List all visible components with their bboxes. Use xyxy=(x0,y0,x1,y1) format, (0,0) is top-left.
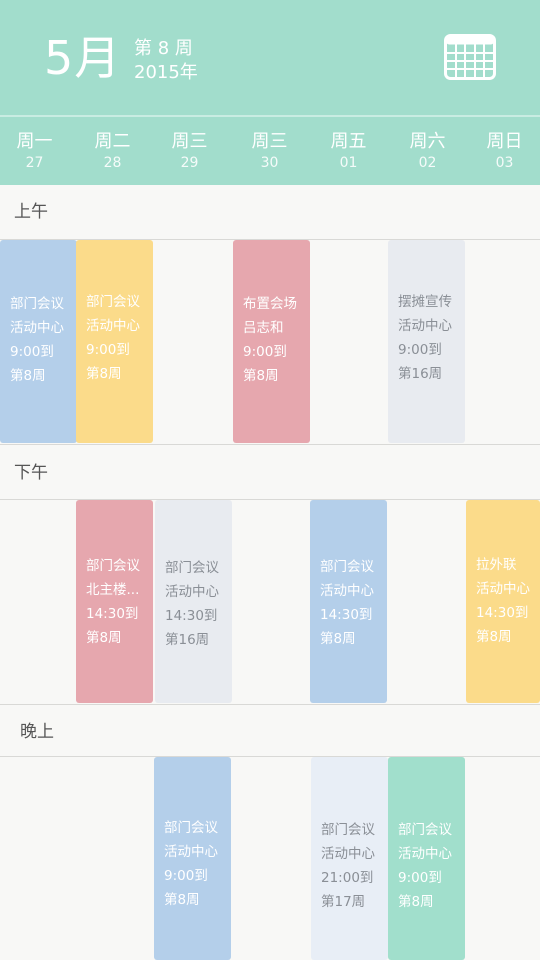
day-column-header[interactable]: 周三 30 xyxy=(231,117,308,185)
event-time: 9:00到 xyxy=(10,344,54,360)
event-card[interactable]: 部门会议 北主楼... 14:30到 第8周 xyxy=(76,500,153,703)
week-number: 第 8 周 xyxy=(134,38,193,59)
event-card[interactable]: 摆摊宣传 活动中心 9:00到 第16周 xyxy=(388,240,465,443)
day-name: 周五 xyxy=(330,131,367,152)
event-time: 14:30到 xyxy=(476,605,529,621)
event-place: 活动中心 xyxy=(476,581,530,597)
event-week: 第8周 xyxy=(476,629,512,645)
event-time: 9:00到 xyxy=(398,870,442,886)
event-place: 活动中心 xyxy=(86,318,140,334)
event-title: 部门会议 xyxy=(398,822,452,838)
event-card[interactable]: 部门会议 活动中心 14:30到 第16周 xyxy=(155,500,232,703)
calendar-grid-icon[interactable] xyxy=(444,34,496,80)
month-title: 5月 xyxy=(44,31,122,85)
weekday-bar: 周一 27 周二 28 周三 29 周三 30 周五 01 周六 02 周日 0… xyxy=(0,117,540,185)
event-place: 活动中心 xyxy=(10,320,64,336)
event-week: 第8周 xyxy=(398,894,434,910)
event-week: 第8周 xyxy=(10,368,46,384)
event-week: 第8周 xyxy=(86,366,122,382)
event-week: 第16周 xyxy=(398,366,443,382)
event-card[interactable]: 拉外联 活动中心 14:30到 第8周 xyxy=(466,500,540,703)
day-date: 30 xyxy=(260,155,279,171)
section-label-afternoon: 下午 xyxy=(14,463,48,483)
event-card[interactable]: 部门会议 活动中心 9:00到 第8周 xyxy=(76,240,153,443)
event-week: 第8周 xyxy=(164,892,200,908)
event-time: 14:30到 xyxy=(86,606,139,622)
event-time: 21:00到 xyxy=(321,870,374,886)
event-title: 部门会议 xyxy=(165,560,219,576)
day-name: 周二 xyxy=(94,131,131,152)
day-date: 28 xyxy=(103,155,122,171)
section-divider xyxy=(0,444,540,445)
event-place: 活动中心 xyxy=(398,318,452,334)
event-title: 部门会议 xyxy=(86,558,140,574)
event-week: 第8周 xyxy=(320,631,356,647)
event-card[interactable]: 部门会议 活动中心 21:00到 第17周 xyxy=(311,757,388,960)
event-card[interactable]: 布置会场 吕志和 9:00到 第8周 xyxy=(233,240,310,443)
event-week: 第17周 xyxy=(321,894,366,910)
day-name: 周六 xyxy=(409,131,446,152)
day-column-header[interactable]: 周五 01 xyxy=(310,117,387,185)
event-place: 北主楼... xyxy=(86,582,140,598)
event-week: 第8周 xyxy=(243,368,279,384)
day-date: 01 xyxy=(339,155,358,171)
event-week: 第8周 xyxy=(86,630,122,646)
event-time: 14:30到 xyxy=(320,607,373,623)
year-label: 2015年 xyxy=(134,62,198,83)
event-card[interactable]: 部门会议 活动中心 14:30到 第8周 xyxy=(310,500,387,703)
event-title: 布置会场 xyxy=(243,296,297,312)
day-date: 03 xyxy=(495,155,514,171)
section-label-evening: 晚上 xyxy=(20,722,54,742)
event-title: 部门会议 xyxy=(320,559,374,575)
day-column-header[interactable]: 周一 27 xyxy=(0,117,73,185)
day-date: 27 xyxy=(25,155,44,171)
event-place: 活动中心 xyxy=(398,846,452,862)
section-label-morning: 上午 xyxy=(14,202,48,222)
event-title: 摆摊宣传 xyxy=(398,294,452,310)
event-week: 第16周 xyxy=(165,632,210,648)
day-name: 周三 xyxy=(171,131,208,152)
event-card[interactable]: 部门会议 活动中心 9:00到 第8周 xyxy=(0,240,77,443)
day-column-header[interactable]: 周日 03 xyxy=(466,117,540,185)
day-date: 29 xyxy=(180,155,199,171)
event-time: 14:30到 xyxy=(165,608,218,624)
day-date: 02 xyxy=(418,155,437,171)
event-title: 部门会议 xyxy=(10,296,64,312)
event-title: 部门会议 xyxy=(164,820,218,836)
event-place: 活动中心 xyxy=(321,846,375,862)
day-name: 周一 xyxy=(16,131,53,152)
event-place: 吕志和 xyxy=(243,320,284,336)
app-header: 5月 第 8 周 2015年 xyxy=(0,0,540,115)
event-time: 9:00到 xyxy=(164,868,208,884)
event-place: 活动中心 xyxy=(165,584,219,600)
event-title: 拉外联 xyxy=(476,557,517,573)
event-title: 部门会议 xyxy=(321,822,375,838)
event-place: 活动中心 xyxy=(164,844,218,860)
event-time: 9:00到 xyxy=(86,342,130,358)
day-name: 周三 xyxy=(251,131,288,152)
event-time: 9:00到 xyxy=(243,344,287,360)
event-place: 活动中心 xyxy=(320,583,374,599)
event-card[interactable]: 部门会议 活动中心 9:00到 第8周 xyxy=(154,757,231,960)
day-column-header[interactable]: 周三 29 xyxy=(151,117,228,185)
event-title: 部门会议 xyxy=(86,294,140,310)
event-card[interactable]: 部门会议 活动中心 9:00到 第8周 xyxy=(388,757,465,960)
day-name: 周日 xyxy=(486,131,523,152)
section-divider xyxy=(0,704,540,705)
day-column-header[interactable]: 周六 02 xyxy=(389,117,466,185)
event-time: 9:00到 xyxy=(398,342,442,358)
day-column-header[interactable]: 周二 28 xyxy=(74,117,151,185)
